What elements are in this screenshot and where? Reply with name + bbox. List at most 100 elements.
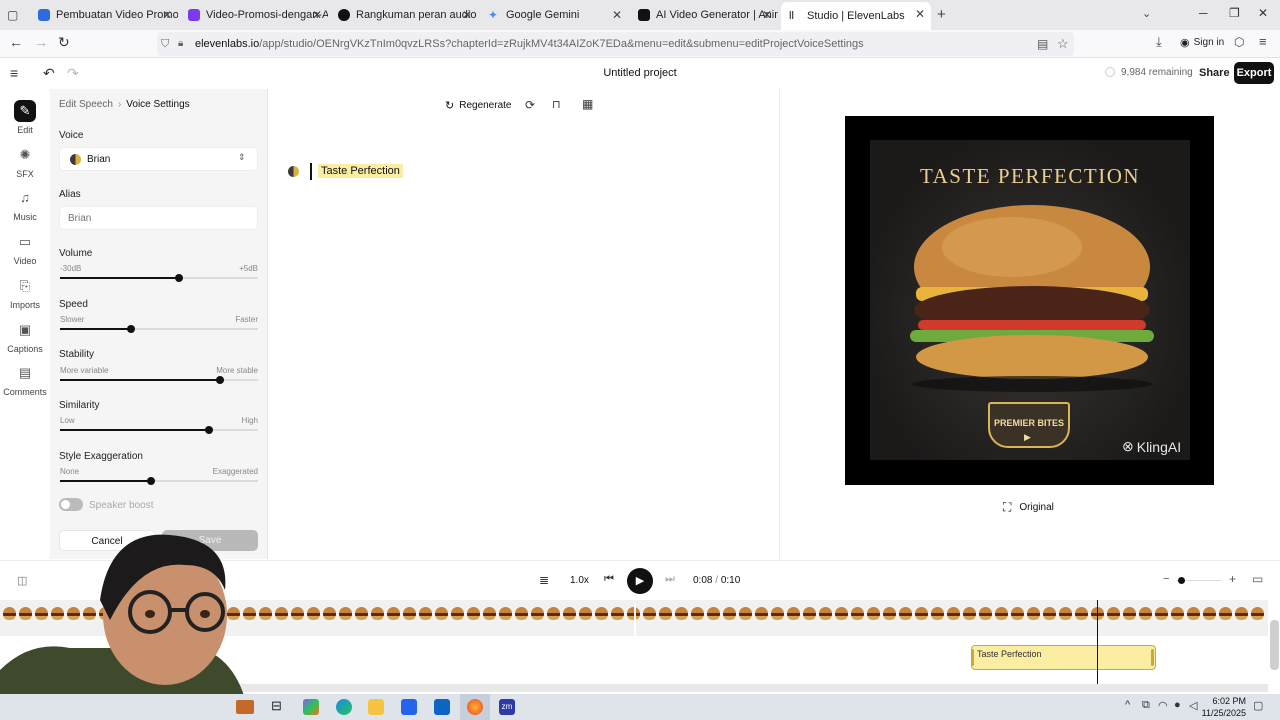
lock-icon[interactable]: 🔒︎ — [178, 32, 183, 56]
rail-item-comments[interactable]: ▤ Comments — [0, 362, 50, 397]
close-tab-icon[interactable]: ✕ — [462, 8, 472, 22]
slider-knob[interactable] — [204, 426, 213, 434]
close-tab-icon[interactable]: ✕ — [612, 8, 622, 22]
project-title[interactable]: Untitled project — [560, 67, 720, 79]
original-size-button[interactable]: ⛶ Original — [1003, 500, 1054, 515]
sparkle-refresh-icon[interactable]: ⟳ — [525, 98, 535, 112]
bookmark-star-icon[interactable]: ☆ — [1057, 32, 1069, 56]
chevron-down-icon[interactable]: ⌄ — [1142, 7, 1151, 20]
tray-chevron-icon[interactable]: ^ — [1125, 699, 1130, 711]
browser-tab-4[interactable]: ✦ Google Gemini ✕ — [480, 3, 628, 27]
clock-time[interactable]: 6:02 PM — [1204, 696, 1246, 706]
playhead[interactable] — [1097, 600, 1098, 684]
rail-item-imports[interactable]: ⎘ Imports — [0, 275, 50, 310]
task-view-icon[interactable]: ⊟ — [271, 698, 282, 714]
menu-icon[interactable]: ≡ — [1259, 34, 1267, 49]
clock-date[interactable]: 11/25/2025 — [1196, 708, 1246, 718]
zoom-app-icon[interactable]: zm — [499, 699, 515, 715]
audio-clip[interactable]: Taste Perfection — [971, 645, 1156, 670]
timeline-layout-icon[interactable]: ▭ — [1252, 572, 1263, 586]
back-icon[interactable]: ← — [9, 34, 23, 50]
tab-title: Pembuatan Video Promosi Den — [56, 9, 178, 21]
close-tab-icon[interactable]: ✕ — [762, 8, 772, 22]
layout-icon[interactable]: ▦ — [582, 97, 593, 111]
tab-list-icon[interactable]: ▢ — [7, 8, 18, 22]
rail-item-sfx[interactable]: ✺ SFX — [0, 144, 50, 179]
playback-speed[interactable]: 1.0x — [570, 575, 589, 586]
speaker-avatar[interactable] — [288, 166, 299, 177]
tray-app-icon[interactable]: ⧉ — [1142, 699, 1150, 712]
browser-tab-2[interactable]: Video-Promosi-dengan-AI.pptx ✕ — [180, 3, 328, 27]
similarity-slider[interactable] — [60, 426, 258, 434]
timeline-scrollbar[interactable] — [1270, 620, 1279, 670]
stability-slider[interactable] — [60, 376, 258, 384]
browser-tab-3[interactable]: Rangkuman peran audio ✕ — [330, 3, 478, 27]
minimize-icon[interactable]: ─ — [1199, 6, 1208, 20]
browser-tab-6-active[interactable]: ll Studio | ElevenLabs ✕ — [781, 2, 931, 30]
rail-item-captions[interactable]: ▣ Captions — [0, 319, 50, 354]
skip-forward-icon[interactable]: ⏭ — [665, 573, 675, 586]
clip-handle-left[interactable] — [971, 649, 974, 666]
speaker-boost-toggle[interactable] — [59, 498, 83, 511]
store-icon[interactable] — [401, 699, 417, 715]
zoom-in-icon[interactable]: + — [1229, 572, 1236, 586]
mic-icon[interactable]: ● — [1174, 699, 1181, 711]
new-tab-icon[interactable]: + — [937, 6, 946, 23]
share-button[interactable]: Share — [1199, 67, 1230, 79]
breadcrumb-parent[interactable]: Edit Speech — [59, 99, 113, 110]
edge-icon[interactable] — [336, 699, 352, 715]
address-bar[interactable]: ⛉ 🔒︎ elevenlabs.io/app/studio/OENrgVKzTn… — [157, 32, 1074, 56]
clip-handle-right[interactable] — [1151, 649, 1154, 666]
rail-item-music[interactable]: ♫ Music — [0, 187, 50, 222]
alias-input[interactable] — [59, 206, 258, 230]
firefox-icon[interactable] — [467, 699, 483, 715]
download-icon[interactable]: ⤓ — [1156, 34, 1162, 50]
close-tab-icon[interactable]: ✕ — [162, 8, 172, 22]
video-thumbnail — [691, 607, 704, 620]
close-tab-icon[interactable]: ✕ — [915, 7, 925, 21]
unlock-icon[interactable]: ⊓ — [552, 98, 561, 111]
zoom-slider[interactable] — [1176, 577, 1222, 584]
regenerate-button[interactable]: ↻ Regenerate — [445, 99, 511, 112]
video-thumbnail — [1059, 607, 1072, 620]
video-thumbnail — [707, 607, 720, 620]
close-window-icon[interactable]: ✕ — [1258, 6, 1268, 20]
zoom-out-icon[interactable]: − — [1163, 573, 1169, 585]
browser-tab-1[interactable]: Pembuatan Video Promosi Den ✕ — [30, 3, 178, 27]
style-min: None — [60, 467, 80, 476]
playlist-icon[interactable]: ≣ — [539, 573, 549, 587]
hamburger-icon[interactable]: ≡ — [10, 65, 18, 81]
reader-mode-icon[interactable]: ▤ — [1037, 32, 1048, 56]
extensions-icon[interactable]: ⬡ — [1234, 35, 1244, 49]
redo-icon[interactable]: ↷ — [67, 65, 79, 82]
house-icon[interactable] — [236, 700, 254, 714]
rail-item-edit[interactable]: ✎ Edit — [0, 100, 50, 135]
restore-icon[interactable]: ❐ — [1229, 6, 1240, 20]
style-exaggeration-slider[interactable] — [60, 477, 258, 485]
volume-slider[interactable] — [60, 274, 258, 282]
voice-select[interactable]: Brian ⇕ — [59, 147, 258, 171]
wifi-icon[interactable]: ◠ — [1158, 699, 1168, 712]
slider-knob[interactable] — [174, 274, 183, 282]
zoom-knob[interactable] — [1178, 577, 1185, 584]
time-total: 0:10 — [720, 575, 741, 586]
clip-divider — [634, 604, 636, 636]
copilot-icon[interactable] — [303, 699, 319, 715]
paragraph-text[interactable]: Taste Perfection — [318, 164, 403, 178]
browser-tab-5[interactable]: AI Video Generator | Animate P ✕ — [630, 3, 778, 27]
sign-in-button[interactable]: ◉ Sign in — [1180, 36, 1224, 49]
video-thumbnail — [547, 607, 560, 620]
outlook-icon[interactable] — [434, 699, 450, 715]
file-explorer-icon[interactable] — [368, 699, 384, 715]
forward-icon[interactable]: → — [34, 34, 48, 50]
shield-icon[interactable]: ⛉ — [161, 32, 169, 56]
export-button[interactable]: Export — [1234, 62, 1274, 84]
reload-icon[interactable]: ↻ — [58, 34, 70, 51]
undo-icon[interactable]: ↶ — [43, 65, 55, 82]
rail-item-video[interactable]: ▭ Video — [0, 231, 50, 266]
speed-slider[interactable] — [60, 325, 258, 333]
play-button[interactable]: ▶ — [627, 568, 653, 594]
skip-back-icon[interactable]: ⏮ — [604, 573, 614, 586]
close-tab-icon[interactable]: ✕ — [312, 8, 322, 22]
notifications-icon[interactable]: ▢ — [1253, 699, 1263, 712]
